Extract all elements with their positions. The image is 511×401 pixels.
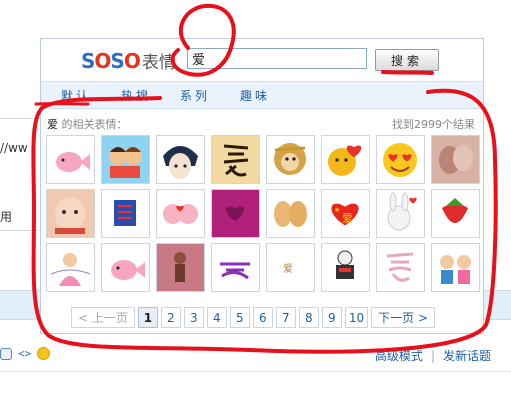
next-page-button[interactable]: 下一页 >	[371, 307, 436, 328]
emoticon-anime-boy[interactable]	[156, 135, 205, 184]
emoticon-pink-pig[interactable]	[156, 189, 205, 238]
svg-text:★: ★	[334, 206, 340, 214]
page-button-10[interactable]: 10	[344, 307, 369, 328]
pagination: < 上一页 1 2 3 4 5 6 7 8 9 10 下一页 >	[71, 307, 436, 328]
emoticon-small-ai[interactable]: 爱	[266, 243, 315, 292]
logo-letter: O	[123, 49, 141, 73]
comment-icon[interactable]	[0, 347, 12, 360]
page-button-2[interactable]: 2	[160, 307, 181, 328]
soso-logo: SOSO 表情	[81, 48, 176, 73]
page-button-6[interactable]: 6	[252, 307, 273, 328]
emoticon-search-panel: SOSO表情 搜索 默认 热搜 系列 趣味 爱 的相关表情： 找到2999个结果…	[40, 38, 484, 334]
result-count: 找到2999个结果	[392, 118, 475, 131]
emoticon-love-calligraphy[interactable]	[211, 135, 260, 184]
background-use-text: 用	[0, 210, 13, 224]
category-tabs: 默认 热搜 系列 趣味	[41, 81, 483, 109]
emoticon-bunny-hearts[interactable]	[376, 189, 425, 238]
background-divider	[0, 230, 40, 231]
svg-text:爱: 爱	[342, 212, 353, 225]
emoticon-pink-ai[interactable]	[376, 243, 425, 292]
result-title: 爱 的相关表情：	[47, 116, 128, 132]
emoticon-purple-ai[interactable]	[211, 243, 260, 292]
svg-text:爱: 爱	[283, 262, 293, 275]
emoticon-search-input[interactable]	[187, 48, 367, 69]
result-suffix: 的相关表情：	[61, 118, 128, 131]
editor-toolbar: <>	[0, 347, 51, 360]
smiley-icon[interactable]	[37, 347, 51, 360]
logo-letter: S	[81, 49, 95, 73]
tab-hot[interactable]: 热搜	[121, 87, 151, 104]
logo-word: 表情	[141, 53, 176, 73]
tab-fun[interactable]: 趣味	[240, 87, 270, 104]
emoticon-strawberry[interactable]	[431, 189, 480, 238]
page-button-9[interactable]: 9	[321, 307, 342, 328]
link-separator: |	[430, 348, 435, 363]
search-button[interactable]: 搜索	[375, 49, 439, 71]
emoticon-ai-character-blue[interactable]	[101, 189, 150, 238]
background-divider	[0, 118, 40, 119]
emoticon-cartoon-couple[interactable]	[101, 135, 150, 184]
emoticon-heart-eyes-smiley[interactable]	[376, 135, 425, 184]
new-topic-link[interactable]: 发新话题	[443, 347, 491, 364]
page-button-8[interactable]: 8	[298, 307, 319, 328]
advanced-mode-link[interactable]: 高级模式	[375, 347, 423, 364]
emoticon-pink-fish-2[interactable]	[101, 243, 150, 292]
emoticon-pink-fish[interactable]	[46, 135, 95, 184]
emoticon-spinning-girl[interactable]	[46, 243, 95, 292]
page-button-1[interactable]: 1	[137, 307, 158, 328]
logo-letter: S	[110, 49, 124, 73]
emoticon-dancing-baby[interactable]	[156, 243, 205, 292]
emoticon-robot-dance[interactable]	[321, 243, 370, 292]
tab-series[interactable]: 系列	[180, 87, 210, 104]
code-icon[interactable]: <>	[18, 347, 31, 360]
tab-default[interactable]: 默认	[61, 87, 91, 104]
emoticon-flag-heart[interactable]: ★ 爱	[321, 189, 370, 238]
emoticon-boy-girl[interactable]	[431, 243, 480, 292]
logo-letter: O	[94, 49, 111, 73]
emoticon-heart-calendar[interactable]	[321, 135, 370, 184]
emoticon-monkey-king[interactable]	[266, 135, 315, 184]
page-button-5[interactable]: 5	[229, 307, 250, 328]
background-url-text: //ww	[0, 141, 28, 155]
background-divider	[0, 371, 511, 372]
page-button-3[interactable]: 3	[183, 307, 204, 328]
result-keyword: 爱	[47, 118, 58, 131]
page-button-7[interactable]: 7	[275, 307, 296, 328]
prev-page-button[interactable]: < 上一页	[71, 307, 135, 328]
page-button-4[interactable]: 4	[206, 307, 227, 328]
emoticon-eggs[interactable]	[266, 189, 315, 238]
emoticon-kissing-couple[interactable]	[431, 135, 480, 184]
emoticon-purple-heart[interactable]	[211, 189, 260, 238]
bottom-links: 高级模式 | 发新话题	[375, 347, 491, 364]
emoticon-baby-face[interactable]	[46, 189, 95, 238]
